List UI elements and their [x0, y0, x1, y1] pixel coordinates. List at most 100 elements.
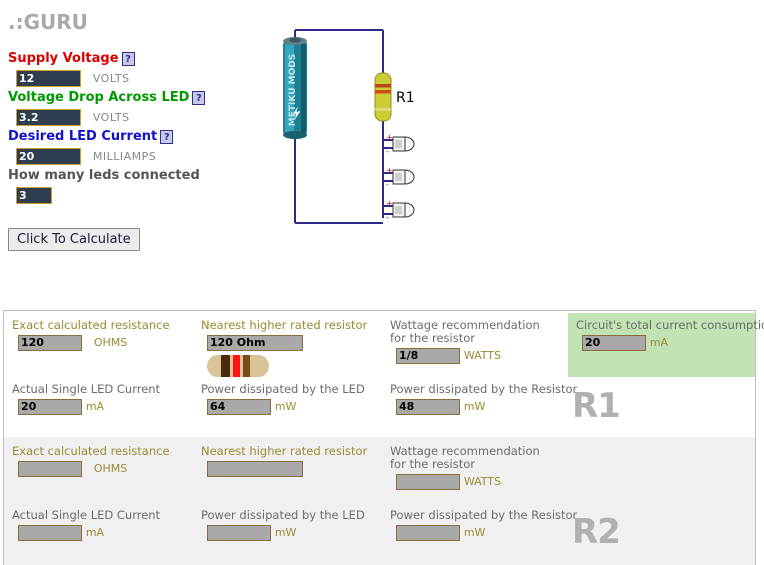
led-current-unit-r1: mA: [85, 400, 105, 413]
led-power-row-r2: mW: [207, 524, 365, 541]
led-current-unit-r2: mA: [85, 526, 105, 539]
wattage-input-r2[interactable]: [396, 473, 460, 490]
led-minus-1: -: [386, 147, 389, 156]
led-icon-2: + -: [386, 166, 415, 189]
battery-icon: METIKU MODS: [283, 37, 307, 139]
exact-resistance-cell-r1: Exact calculated resistance OHMS: [12, 319, 170, 351]
desired-current-unit: MILLIAMPS: [92, 149, 157, 163]
led-power-label-r2: Power dissipated by the LED: [201, 508, 365, 522]
exact-resistance-input-r1[interactable]: [18, 334, 82, 351]
led-plus-3: +: [386, 199, 393, 208]
led-power-cell-r1: Power dissipated by the LED mW: [201, 383, 365, 415]
led-icon-3: + -: [386, 199, 415, 222]
result-tag-r2: R2: [572, 512, 621, 552]
circuit-diagram: METIKU MODS R1 + - + - + -: [265, 18, 445, 238]
led-current-row-r1: mA: [18, 398, 160, 415]
wattage-unit-r2: WATTS: [463, 475, 502, 488]
led-current-cell-r1: Actual Single LED Current mA: [12, 383, 160, 415]
led-power-input-r2[interactable]: [207, 524, 271, 541]
led-plus-1: +: [386, 133, 393, 142]
desired-current-label: Desired LED Current?: [8, 129, 258, 145]
wattage-label-r2: Wattage recommendation for the resistor: [390, 444, 540, 471]
led-power-input-r1[interactable]: [207, 398, 271, 415]
nearest-resistor-row-r2: [207, 460, 367, 477]
resistor-power-label-r1: Power dissipated by the Resistor: [390, 382, 578, 396]
led-current-row-r2: mA: [18, 524, 160, 541]
led-power-cell-r2: Power dissipated by the LED mW: [201, 509, 365, 541]
wattage-row-r2: WATTS: [396, 473, 550, 490]
result-block-r1: Exact calculated resistance OHMS Nearest…: [4, 311, 764, 436]
nearest-resistor-cell-r2: Nearest higher rated resistor: [201, 445, 367, 477]
resistor-power-unit-r1: mW: [463, 400, 486, 413]
resistor-power-cell-r2: Power dissipated by the Resistor mW: [390, 509, 577, 541]
voltage-drop-unit: VOLTS: [92, 110, 130, 124]
resistor-power-unit-r2: mW: [463, 526, 486, 539]
resistor-power-row-r2: mW: [396, 524, 577, 541]
led-current-input-r2[interactable]: [18, 524, 82, 541]
wattage-row-r1: WATTS: [396, 347, 550, 364]
exact-resistance-label-r1: Exact calculated resistance: [12, 318, 170, 332]
nearest-resistor-cell-r1: Nearest higher rated resistor: [201, 319, 367, 383]
desired-current-label-text: Desired LED Current: [8, 129, 158, 144]
help-icon-voltage-drop[interactable]: ?: [192, 90, 206, 105]
calculate-button[interactable]: Click To Calculate: [8, 228, 140, 251]
exact-resistance-cell-r2: Exact calculated resistance OHMS: [12, 445, 170, 477]
input-form: Supply Voltage? VOLTS Voltage Drop Acros…: [8, 48, 258, 206]
exact-resistance-row-r1: OHMS: [18, 334, 170, 351]
resistor-power-input-r2[interactable]: [396, 524, 460, 541]
supply-voltage-label: Supply Voltage?: [8, 51, 258, 67]
led-count-row: [16, 186, 258, 204]
exact-resistance-label-r2: Exact calculated resistance: [12, 444, 170, 458]
led-count-label: How many leds connected: [8, 168, 200, 183]
voltage-drop-row: VOLTS: [16, 108, 258, 126]
led-icon-1: + -: [386, 133, 415, 156]
resistor-power-input-r1[interactable]: [396, 398, 460, 415]
desired-current-row: MILLIAMPS: [16, 147, 258, 165]
nearest-resistor-input-r2[interactable]: [207, 460, 303, 477]
supply-voltage-label-text: Supply Voltage: [8, 51, 119, 66]
led-count-input[interactable]: [16, 187, 52, 204]
led-power-label-r1: Power dissipated by the LED: [201, 382, 365, 396]
supply-voltage-input[interactable]: [16, 70, 81, 87]
wattage-input-r1[interactable]: [396, 347, 460, 364]
led-power-row-r1: mW: [207, 398, 365, 415]
result-tag-r1: R1: [572, 386, 621, 426]
supply-voltage-row: VOLTS: [16, 69, 258, 87]
led-power-unit-r1: mW: [274, 400, 297, 413]
help-icon-supply-voltage[interactable]: ?: [121, 51, 135, 66]
led-current-label-r1: Actual Single LED Current: [12, 382, 161, 396]
resistor-power-cell-r1: Power dissipated by the Resistor mW: [390, 383, 577, 415]
total-current-label-r1: Circuit's total current consumption: [576, 318, 764, 332]
help-icon-desired-current[interactable]: ?: [160, 129, 174, 144]
led-minus-2: -: [386, 180, 389, 189]
exact-resistance-unit-r1: OHMS: [93, 336, 128, 349]
nearest-resistor-label-r2: Nearest higher rated resistor: [201, 444, 368, 458]
resistor-band-image-r1: [207, 352, 367, 383]
nearest-resistor-input-r1[interactable]: [207, 334, 303, 351]
wattage-label-r1: Wattage recommendation for the resistor: [390, 318, 540, 345]
led-minus-3: -: [386, 213, 389, 222]
wattage-unit-r1: WATTS: [463, 349, 502, 362]
exact-resistance-input-r2[interactable]: [18, 460, 82, 477]
exact-resistance-unit-r2: OHMS: [93, 462, 128, 475]
page-title: .:GURU: [8, 10, 88, 34]
resistor-power-row-r1: mW: [396, 398, 577, 415]
total-current-unit-r1: mA: [649, 336, 669, 349]
nearest-resistor-row-r1: [207, 334, 367, 351]
voltage-drop-label: Voltage Drop Across LED?: [8, 90, 258, 106]
results-section: Exact calculated resistance OHMS Nearest…: [0, 310, 764, 565]
resistor-icon-r1: [374, 72, 392, 122]
led-current-label-r2: Actual Single LED Current: [12, 508, 161, 522]
wattage-cell-r2: Wattage recommendation for the resistor …: [390, 445, 550, 490]
desired-current-input[interactable]: [16, 148, 81, 165]
supply-voltage-unit: VOLTS: [92, 71, 130, 85]
circuit-svg: METIKU MODS R1 + - + - + -: [283, 29, 415, 224]
voltage-drop-input[interactable]: [16, 109, 81, 126]
nearest-resistor-label-r1: Nearest higher rated resistor: [201, 318, 368, 332]
led-power-unit-r2: mW: [274, 526, 297, 539]
led-current-cell-r2: Actual Single LED Current mA: [12, 509, 160, 541]
led-current-input-r1[interactable]: [18, 398, 82, 415]
resistor-label-r1: R1: [396, 90, 415, 106]
exact-resistance-row-r2: OHMS: [18, 460, 170, 477]
total-current-input-r1[interactable]: [582, 334, 646, 351]
